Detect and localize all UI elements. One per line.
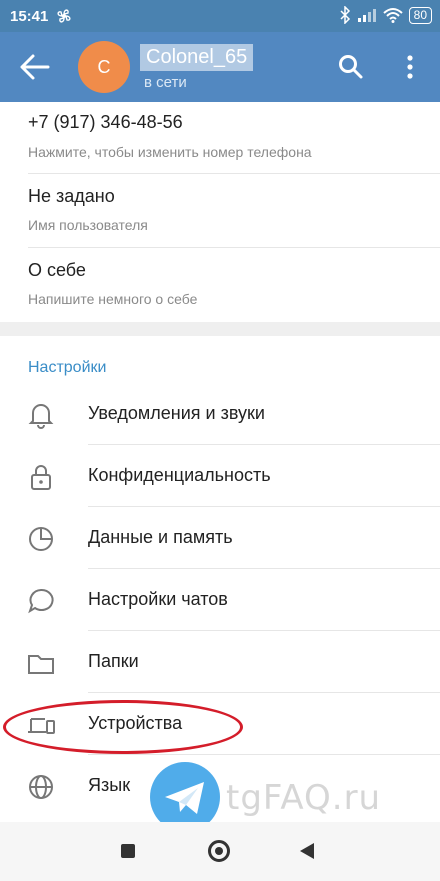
bell-icon: [28, 404, 54, 429]
profile-name: Colonel_65: [140, 44, 254, 71]
settings-item-folders[interactable]: Папки: [0, 631, 440, 693]
folder-icon: [28, 655, 54, 674]
pie-chart-icon: [29, 527, 53, 551]
battery-indicator: 80: [408, 6, 432, 24]
status-bar: 15:41 80: [0, 0, 440, 32]
more-menu-icon[interactable]: [400, 54, 420, 80]
username-value: Не задано: [28, 186, 115, 206]
avatar[interactable]: C: [78, 41, 130, 93]
signal-icon: [357, 9, 376, 22]
phone-hint: Нажмите, чтобы изменить номер телефона: [28, 144, 312, 160]
bio-value: О себе: [28, 260, 86, 280]
chat-bubble-icon: [28, 588, 54, 614]
status-time: 15:41: [10, 8, 49, 25]
settings-item-data-storage[interactable]: Данные и память: [0, 507, 440, 569]
settings-item-label: Папки: [88, 651, 139, 671]
system-nav-bar: [0, 822, 440, 881]
profile-header: C Colonel_65 в сети: [0, 32, 440, 102]
recent-apps-button[interactable]: [121, 844, 135, 858]
search-icon[interactable]: [338, 54, 364, 80]
settings-item-privacy[interactable]: Конфиденциальность: [0, 445, 440, 507]
avatar-letter: C: [97, 56, 111, 77]
settings-section-title: Настройки: [28, 359, 107, 376]
settings-item-notifications[interactable]: Уведомления и звуки: [0, 383, 440, 445]
bio-hint: Напишите немного о себе: [28, 291, 198, 307]
bio-row[interactable]: О себе Напишите немного о себе: [0, 248, 440, 322]
settings-item-label: Настройки чатов: [88, 589, 228, 609]
lock-icon: [31, 465, 51, 490]
fan-icon: [57, 9, 71, 23]
back-arrow-icon[interactable]: [18, 52, 52, 82]
settings-item-label: Язык: [88, 775, 131, 795]
home-button[interactable]: [208, 840, 230, 862]
watermark-text: tgFAQ.ru: [226, 778, 382, 818]
phone-row[interactable]: +7 (917) 346-48-56 Нажмите, чтобы измени…: [0, 102, 440, 174]
username-hint: Имя пользователя: [28, 217, 148, 233]
online-status: в сети: [144, 74, 187, 91]
globe-icon: [29, 775, 53, 799]
username-row[interactable]: Не задано Имя пользователя: [0, 174, 440, 248]
wifi-icon: [382, 8, 403, 23]
settings-item-label: Уведомления и звуки: [88, 403, 265, 423]
section-separator: [0, 322, 440, 336]
settings-item-chat-settings[interactable]: Настройки чатов: [0, 569, 440, 631]
highlight-oval: [3, 700, 243, 754]
bluetooth-icon: [340, 6, 350, 24]
settings-item-label: Конфиденциальность: [88, 465, 271, 485]
settings-item-label: Данные и память: [88, 527, 233, 547]
back-button[interactable]: [300, 843, 314, 859]
phone-number: +7 (917) 346-48-56: [28, 112, 183, 132]
